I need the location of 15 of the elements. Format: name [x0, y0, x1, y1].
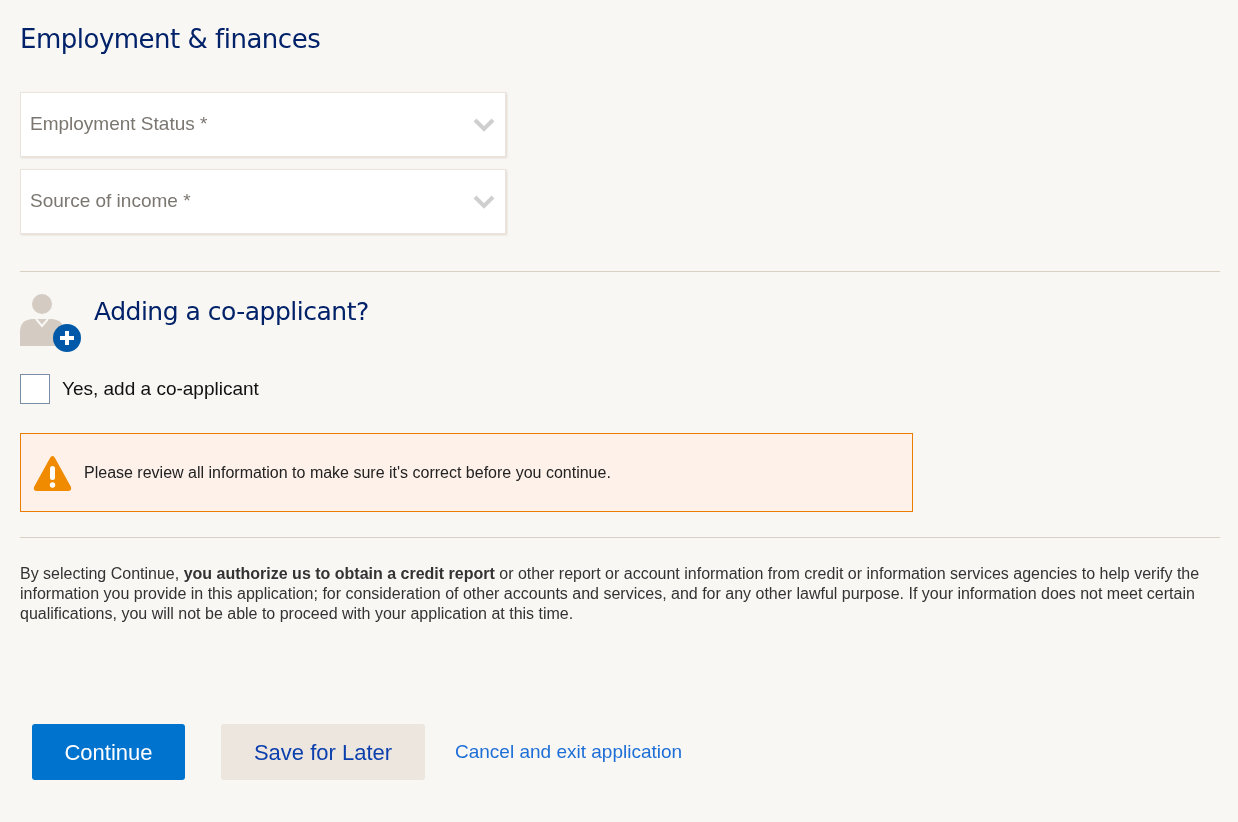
save-for-later-button[interactable]: Save for Later — [221, 724, 425, 780]
add-person-icon — [20, 292, 82, 352]
section-heading: Employment & finances — [20, 24, 322, 54]
disclaimer-text: By selecting Continue, you authorize us to obtain a credit report or other report or account information from credit or information services agencies to help verify the information you provide in this application; for consideration of other accounts and services, and for any other lawful purpose. If your information does not meet certain qualifications, you will not be able to proceed with your application at this time. — [20, 564, 1200, 624]
co-applicant-heading: Adding a co-applicant? — [94, 296, 369, 329]
chevron-down-icon — [473, 117, 495, 132]
dropdown-field[interactable]: Source of income * — [20, 169, 506, 234]
warning-icon — [33, 453, 72, 492]
checkbox[interactable] — [20, 374, 50, 404]
alert-message: Please review all information to make sure it's correct before you continue. — [84, 462, 611, 483]
continue-button[interactable]: Continue — [32, 724, 185, 780]
chevron-down-icon — [473, 194, 495, 209]
checkbox-label: Yes, add a co-applicant — [62, 376, 259, 401]
dropdown-field[interactable]: Employment Status * — [20, 92, 506, 157]
cancel-link[interactable]: Cancel and exit application — [455, 737, 683, 767]
